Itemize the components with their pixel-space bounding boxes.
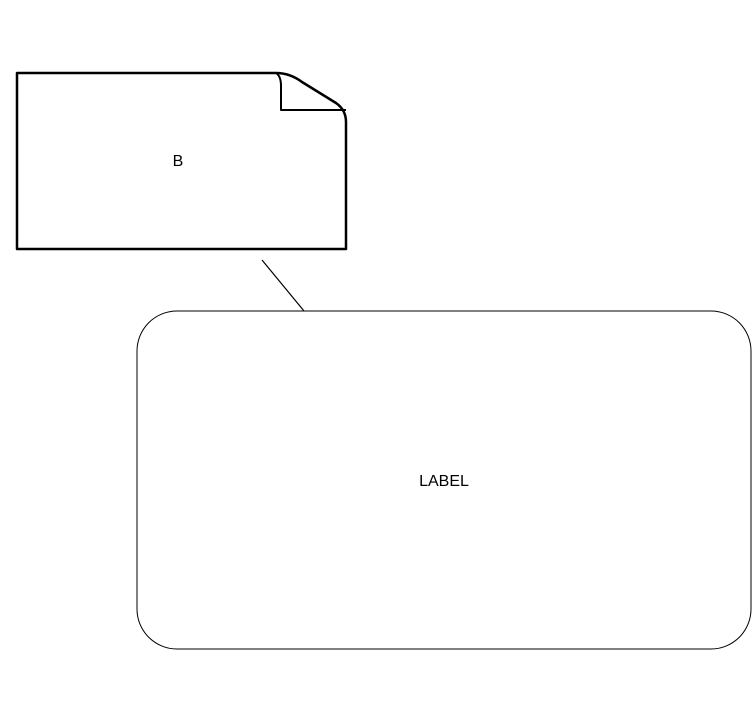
diagram-canvas: B LABEL <box>15 71 752 650</box>
rounded-node-label: LABEL <box>419 473 469 490</box>
connector-line <box>261 259 305 312</box>
note-node-label: B <box>173 153 184 170</box>
note-node[interactable]: B <box>15 71 348 251</box>
rounded-node[interactable]: LABEL <box>136 310 752 650</box>
